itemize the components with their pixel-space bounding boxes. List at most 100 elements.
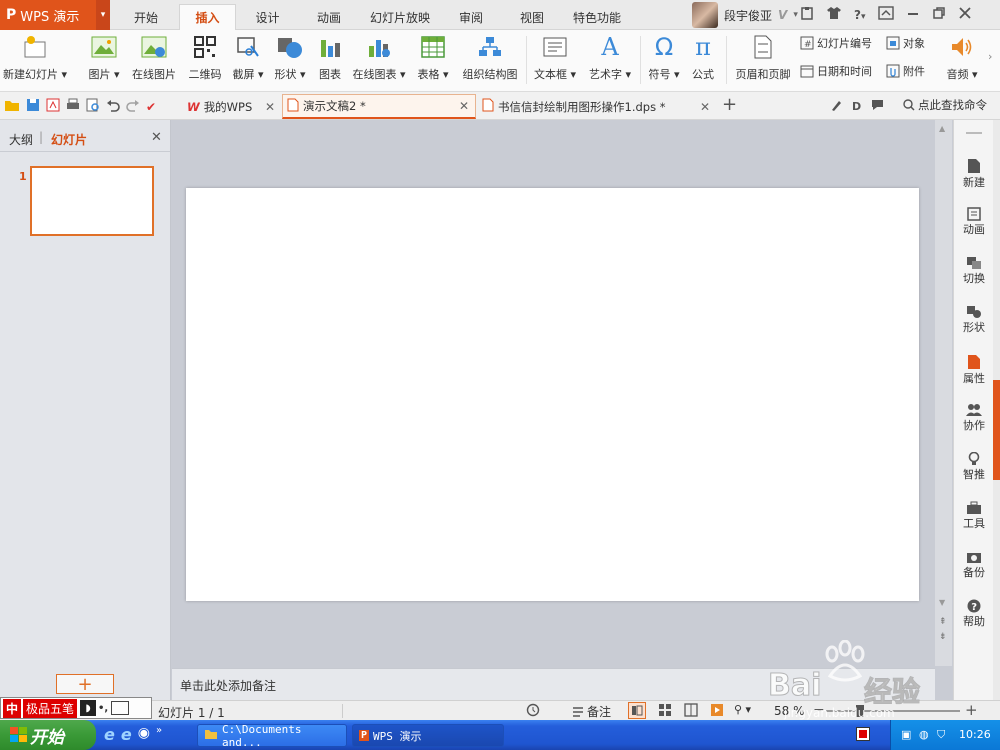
- sound-icon[interactable]: ◍: [919, 728, 929, 741]
- collapse-ribbon-icon[interactable]: [877, 6, 894, 23]
- quick-launch-more-icon[interactable]: »: [156, 725, 162, 744]
- minimize-icon[interactable]: [906, 6, 920, 23]
- tab-review[interactable]: 审阅: [442, 4, 500, 30]
- app-menu-dropdown-icon[interactable]: ▾: [96, 0, 110, 30]
- ime-mode-icon[interactable]: 中: [3, 698, 22, 718]
- save-icon[interactable]: [26, 98, 40, 115]
- pin-dropdown-icon[interactable]: ⚲ ▾: [734, 703, 751, 716]
- restore-icon[interactable]: [932, 6, 946, 23]
- tab-slideshow[interactable]: 幻灯片放映: [362, 4, 438, 30]
- notes-toggle[interactable]: 备注: [572, 703, 611, 720]
- ie-icon[interactable]: e: [104, 725, 115, 744]
- close-tab-icon[interactable]: ✕: [459, 99, 469, 113]
- wordart-button[interactable]: A 艺术字 ▾: [584, 32, 636, 88]
- shape-button[interactable]: 形状 ▾: [272, 32, 308, 88]
- avatar[interactable]: [692, 2, 718, 28]
- right-tool-new[interactable]: 新建: [954, 158, 994, 190]
- d-tool-icon[interactable]: D: [852, 100, 861, 113]
- tab-design[interactable]: 设计: [240, 4, 295, 30]
- open-folder-icon[interactable]: [4, 98, 20, 115]
- right-tool-backup[interactable]: 备份: [954, 550, 994, 580]
- help-menu[interactable]: ?▾: [854, 8, 866, 22]
- vertical-scrollbar[interactable]: ▲ ▼ ⇞ ⇟: [935, 120, 952, 666]
- customize-toolbar-icon[interactable]: ✔: [146, 100, 156, 114]
- browser-icon[interactable]: ◉: [138, 725, 150, 744]
- red-record-icon[interactable]: [856, 727, 870, 741]
- print-icon[interactable]: [66, 98, 80, 115]
- right-tool-collaborate[interactable]: 协作: [954, 403, 994, 433]
- scroll-down-icon[interactable]: ▼: [939, 598, 945, 607]
- ribbon-scroll-right-icon[interactable]: ›: [988, 50, 992, 63]
- chevron-down-icon[interactable]: ▾: [793, 10, 798, 20]
- right-tool-tools[interactable]: 工具: [954, 501, 994, 531]
- doc-tab-presentation-2[interactable]: 演示文稿2 * ✕: [282, 94, 476, 119]
- slideshow-play-icon[interactable]: [710, 703, 724, 720]
- brush-icon[interactable]: [830, 98, 842, 115]
- export-pdf-icon[interactable]: [46, 98, 60, 115]
- find-command-search[interactable]: 点此查找命令: [903, 97, 987, 113]
- tab-special-features[interactable]: 特色功能: [565, 4, 629, 30]
- qrcode-button[interactable]: 二维码: [184, 32, 226, 88]
- clipboard-icon[interactable]: [800, 6, 814, 23]
- slide-thumbnail[interactable]: [30, 166, 154, 236]
- scroll-up-icon[interactable]: ▲: [939, 124, 945, 133]
- punctuation-icon[interactable]: •,: [98, 703, 108, 714]
- add-slide-button[interactable]: +: [56, 674, 114, 695]
- slides-tab[interactable]: 幻灯片: [51, 131, 87, 148]
- picture-button[interactable]: 图片 ▾: [84, 32, 124, 88]
- screenshot-button[interactable]: 截屏 ▾: [230, 32, 266, 88]
- comment-arrow-icon[interactable]: [871, 98, 885, 115]
- slide-canvas[interactable]: [186, 188, 919, 601]
- formula-button[interactable]: π 公式: [686, 32, 720, 88]
- zoom-slider[interactable]: [826, 710, 960, 712]
- normal-view-button[interactable]: [628, 702, 646, 719]
- next-slide-icon[interactable]: ⇟: [939, 632, 947, 642]
- right-tool-help[interactable]: ? 帮助: [954, 599, 994, 629]
- close-tab-icon[interactable]: ✕: [265, 100, 275, 114]
- wps-app-menu-button[interactable]: P WPS 演示 ▾: [0, 0, 110, 30]
- tab-animation[interactable]: 动画: [300, 4, 358, 30]
- full-half-width-icon[interactable]: ◗: [80, 700, 97, 716]
- new-slide-button[interactable]: 新建幻灯片 ▾: [3, 32, 67, 88]
- outline-tab[interactable]: 大纲: [9, 131, 33, 148]
- undo-icon[interactable]: [106, 98, 120, 115]
- ime-toolbar[interactable]: 中 极品五笔 ◗ •,: [0, 697, 152, 719]
- doc-tab-letter-envelope[interactable]: 书信信封绘制用图形操作1.dps * ✕: [478, 94, 716, 119]
- zoom-out-icon[interactable]: −: [813, 702, 825, 718]
- online-picture-button[interactable]: 在线图片: [128, 32, 180, 88]
- taskbar-item-wps[interactable]: P WPS 演示: [352, 724, 504, 747]
- right-tool-shape[interactable]: 形状: [954, 305, 994, 335]
- audio-button[interactable]: 音频 ▾: [942, 32, 982, 88]
- history-icon[interactable]: [526, 703, 540, 720]
- shield-icon[interactable]: ⛉: [937, 728, 945, 742]
- previous-slide-icon[interactable]: ⇞: [939, 617, 947, 627]
- clock[interactable]: 10:26: [959, 728, 991, 741]
- right-tool-transition[interactable]: 切换: [954, 256, 994, 286]
- zoom-slider-thumb[interactable]: [856, 705, 864, 717]
- slide-number-button[interactable]: # 幻灯片编号: [800, 34, 872, 52]
- tab-start[interactable]: 开始: [116, 4, 176, 30]
- redo-icon[interactable]: [126, 98, 140, 115]
- doc-tab-my-wps[interactable]: W 我的WPS ✕: [183, 94, 281, 119]
- taskbar-item-explorer[interactable]: C:\Documents and...: [197, 723, 347, 749]
- ime-name[interactable]: 极品五笔: [23, 698, 78, 718]
- ie-icon[interactable]: e: [121, 725, 132, 744]
- org-chart-button[interactable]: 组织结构图: [458, 32, 522, 88]
- right-tool-smart-push[interactable]: 智推: [954, 452, 994, 482]
- network-icon[interactable]: ▣: [901, 728, 911, 741]
- header-footer-button[interactable]: 页眉和页脚: [730, 32, 796, 88]
- table-button[interactable]: 表格 ▾: [414, 32, 452, 88]
- tab-view[interactable]: 视图: [503, 4, 561, 30]
- user-area[interactable]: 段宇俊亚 V ▾: [692, 0, 798, 30]
- start-button[interactable]: 开始: [0, 720, 96, 750]
- date-time-button[interactable]: 日期和时间: [800, 62, 872, 80]
- new-tab-plus-icon[interactable]: +: [722, 94, 737, 115]
- side-panel-toggle[interactable]: [993, 380, 1000, 480]
- user-name[interactable]: 段宇俊亚: [724, 7, 772, 24]
- close-icon[interactable]: [958, 6, 972, 23]
- chart-button[interactable]: 图表: [314, 32, 346, 88]
- reading-view-icon[interactable]: [684, 703, 698, 720]
- skin-shirt-icon[interactable]: [826, 6, 842, 23]
- slide-sorter-icon[interactable]: [658, 703, 672, 720]
- zoom-level[interactable]: 58 %: [774, 704, 805, 718]
